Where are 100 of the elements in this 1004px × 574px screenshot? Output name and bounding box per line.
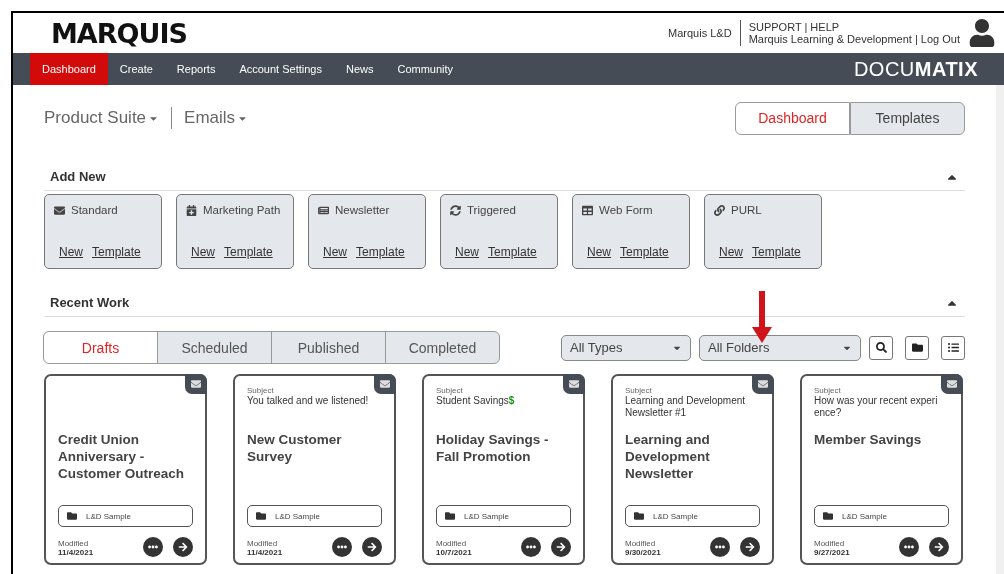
open-arrow-button[interactable] <box>929 537 949 557</box>
link-icon <box>714 204 725 216</box>
arrow-right-icon <box>367 542 377 552</box>
account-name: Marquis L&D <box>668 27 732 39</box>
folder-field[interactable]: L&D Sample <box>58 505 193 527</box>
modified-date: 9/30/2021 <box>625 548 661 557</box>
folder-icon <box>911 342 923 353</box>
email-card[interactable]: Credit Union Anniversary - Customer Outreach L&D Sample Modified 11/4/2021 <box>44 374 207 565</box>
user-avatar-icon[interactable] <box>968 19 996 47</box>
nav-item[interactable]: Dashboard <box>30 53 108 85</box>
more-options-button[interactable] <box>710 537 730 557</box>
type-link[interactable]: New <box>719 245 743 259</box>
list-icon <box>947 342 959 353</box>
email-card[interactable]: Subject How was your recent experi ence? Member Savings L&D Sample Modified 9/27/2021 <box>800 374 963 565</box>
type-link[interactable]: New <box>587 245 611 259</box>
nav-item[interactable]: Community <box>385 53 466 85</box>
open-arrow-button[interactable] <box>173 537 193 557</box>
modified-label: Modified <box>58 539 90 548</box>
nav-item[interactable]: Create <box>107 53 165 85</box>
filter-value: All Folders <box>708 340 770 355</box>
type-link[interactable]: New <box>455 245 479 259</box>
open-arrow-button[interactable] <box>740 537 760 557</box>
status-tab[interactable]: Scheduled <box>157 331 272 364</box>
type-link[interactable]: Template <box>356 245 405 259</box>
organization-logout[interactable]: Marquis Learning & Development | Log Out <box>748 33 960 45</box>
folder-icon <box>256 511 266 521</box>
open-arrow-button[interactable] <box>551 537 571 557</box>
folder-icon <box>67 511 77 521</box>
arrow-icon <box>752 291 772 343</box>
breadcrumb-dropdown[interactable]: Product Suite <box>44 108 160 128</box>
open-arrow-button[interactable] <box>362 537 382 557</box>
status-tab[interactable]: Published <box>271 331 386 364</box>
modified-date: 9/27/2021 <box>814 548 850 557</box>
status-tab[interactable]: Drafts <box>43 331 158 364</box>
more-options-button[interactable] <box>521 537 541 557</box>
modified-label: Modified <box>625 539 657 548</box>
more-options-button[interactable] <box>899 537 919 557</box>
status-tab[interactable]: Completed <box>385 331 500 364</box>
more-options-button[interactable] <box>332 537 352 557</box>
list-view-button[interactable] <box>941 335 965 360</box>
card-title: Learning and Development Newsletter <box>625 431 711 483</box>
nav-item[interactable]: News <box>333 53 386 85</box>
filter-value: All Types <box>570 340 623 355</box>
card-title: Holiday Savings - Fall Promotion <box>436 431 550 466</box>
type-link[interactable]: Template <box>224 245 273 259</box>
folder-icon <box>823 511 833 521</box>
modified-date: 11/4/2021 <box>247 548 283 557</box>
modified-date: 11/4/2021 <box>58 548 94 557</box>
type-link[interactable]: Template <box>92 245 141 259</box>
email-card[interactable]: Subject Learning and Development Newsletter #1 Learning and Development Newsletter L&D Sample Modified 9/30/2021 <box>611 374 774 565</box>
search-button[interactable] <box>869 335 893 360</box>
breadcrumb-dropdown[interactable]: Emails <box>184 108 249 128</box>
folder-name: L&D Sample <box>86 511 131 521</box>
email-card[interactable]: Subject Student Savings$ Holiday Savings - Fall Promotion L&D Sample Modified 10/7/2021 <box>422 374 585 565</box>
arrow-right-icon <box>556 542 566 552</box>
nav-item[interactable]: Account Settings <box>227 53 334 85</box>
support-help-links[interactable]: SUPPORT | HELP <box>748 21 960 33</box>
folder-name: L&D Sample <box>275 511 320 521</box>
folder-field[interactable]: L&D Sample <box>814 505 949 527</box>
newspaper-icon <box>318 204 329 216</box>
more-options-button[interactable] <box>143 537 163 557</box>
folder-name: L&D Sample <box>653 511 698 521</box>
folder-field[interactable]: L&D Sample <box>436 505 571 527</box>
scroll-bar[interactable] <box>996 85 1004 574</box>
modified-label: Modified <box>814 539 846 548</box>
calendar-icon <box>186 204 197 216</box>
type-link[interactable]: Template <box>488 245 537 259</box>
card-title: New Customer Survey <box>247 431 343 466</box>
modified-label: Modified <box>247 539 279 548</box>
type-label: Marketing Path <box>203 204 281 216</box>
arrow-right-icon <box>934 542 944 552</box>
type-link[interactable]: New <box>323 245 347 259</box>
type-link[interactable]: Template <box>752 245 801 259</box>
view-toggle-button[interactable]: Dashboard <box>735 101 850 135</box>
filter-dropdown[interactable]: All Folders <box>699 334 861 361</box>
type-link[interactable]: Template <box>620 245 669 259</box>
refresh-icon <box>450 204 461 216</box>
folder-icon <box>634 511 644 521</box>
type-link[interactable]: New <box>59 245 83 259</box>
subject-label: Subject <box>436 386 463 395</box>
modified-date: 10/7/2021 <box>436 548 472 557</box>
type-link[interactable]: New <box>191 245 215 259</box>
view-toggle-button[interactable]: Templates <box>850 101 965 135</box>
search-icon <box>875 342 887 353</box>
subject-label: Subject <box>247 386 274 395</box>
subject-text: Student Savings$ <box>436 395 515 406</box>
subject-text: You talked and we listened! <box>247 395 369 406</box>
type-label: Web Form <box>599 204 653 216</box>
type-label: PURL <box>731 204 762 216</box>
folder-name: L&D Sample <box>464 511 509 521</box>
filter-dropdown[interactable]: All Types <box>561 334 691 361</box>
type-label: Newsletter <box>335 204 390 216</box>
type-label: Triggered <box>467 204 516 216</box>
marquis-logo[interactable]: MARQUIS <box>51 17 187 49</box>
email-card[interactable]: Subject You talked and we listened! New Customer Survey L&D Sample Modified 11/4/2021 <box>233 374 396 565</box>
folder-button[interactable] <box>905 335 929 360</box>
nav-item[interactable]: Reports <box>164 53 228 85</box>
folder-field[interactable]: L&D Sample <box>625 505 760 527</box>
section-title: Recent Work <box>50 295 130 310</box>
folder-field[interactable]: L&D Sample <box>247 505 382 527</box>
